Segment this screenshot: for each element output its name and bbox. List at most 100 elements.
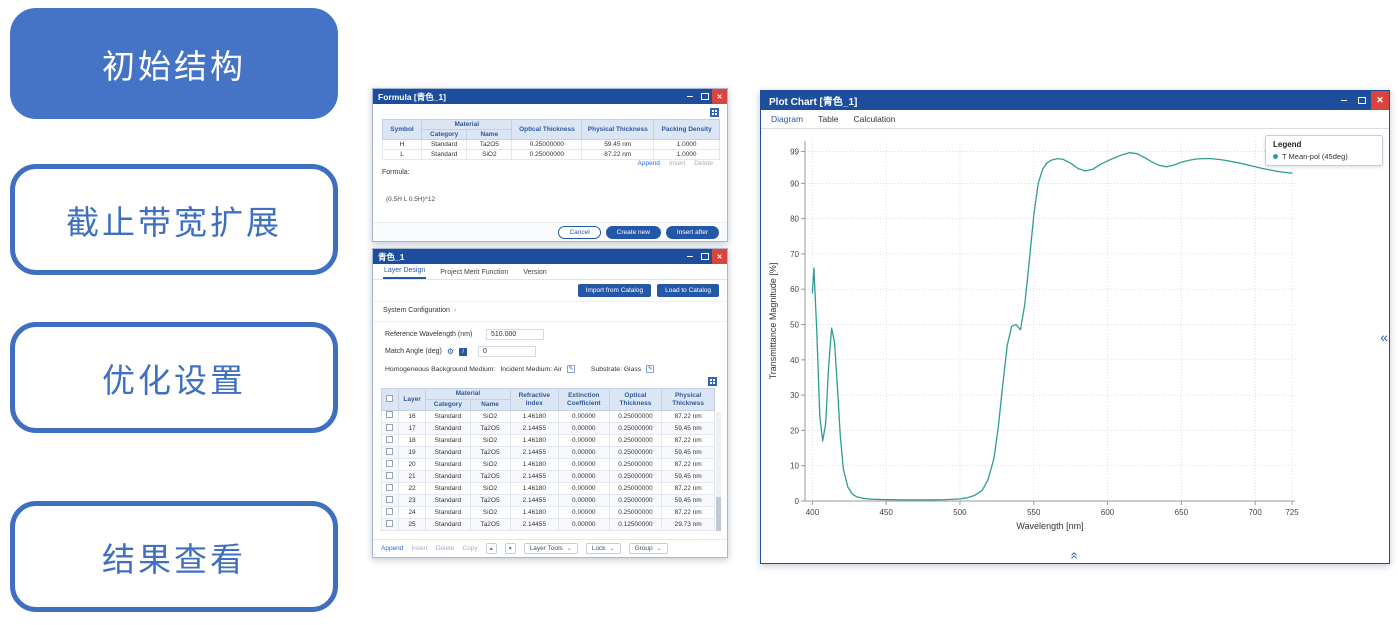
import-from-catalog-button[interactable]: Import from Catalog	[578, 284, 651, 297]
tab-project-merit-function[interactable]: Project Merit Function	[439, 269, 509, 279]
row-checkbox[interactable]	[386, 411, 393, 418]
close-icon[interactable]	[712, 89, 727, 104]
step-results-view[interactable]: 结果查看	[10, 501, 338, 612]
maximize-icon[interactable]	[1353, 91, 1371, 110]
minimize-icon[interactable]	[682, 249, 697, 264]
edit-icon[interactable]	[646, 365, 654, 373]
load-to-catalog-button[interactable]: Load to Catalog	[657, 284, 719, 297]
delete-button[interactable]: Delete	[436, 545, 455, 552]
table-grid-icon[interactable]	[710, 108, 719, 117]
tab-version[interactable]: Version	[522, 269, 547, 279]
gear-icon[interactable]	[447, 347, 454, 356]
copy-button[interactable]: Copy	[462, 545, 477, 552]
table-grid-icon[interactable]	[708, 377, 717, 386]
row-checkbox[interactable]	[386, 508, 393, 515]
series-line	[812, 153, 1292, 500]
formula-input[interactable]: (0.5H L 0.5H)^12	[386, 196, 435, 203]
table-row[interactable]: L Standard SiO2 0.25000000 87.22 nm 1.00…	[383, 150, 720, 160]
step-initial-structure[interactable]: 初始结构	[10, 8, 338, 119]
scrollbar-thumb[interactable]	[716, 497, 721, 531]
table-row[interactable]: 22 Standard SiO2 1.46180 0.00000 0.25000…	[382, 483, 715, 495]
minimize-icon[interactable]	[1335, 91, 1353, 110]
append-button[interactable]: Append	[381, 545, 403, 552]
insert-after-button[interactable]: Insert after	[666, 226, 719, 239]
table-row[interactable]: 20 Standard SiO2 1.46180 0.00000 0.25000…	[382, 459, 715, 471]
collapse-bottom-icon[interactable]	[1068, 552, 1083, 559]
tab-diagram[interactable]: Diagram	[771, 114, 803, 124]
table-row[interactable]: 19 Standard Ta2O5 2.14455 0.00000 0.2500…	[382, 447, 715, 459]
create-new-button[interactable]: Create new	[606, 226, 661, 239]
svg-text:500: 500	[953, 508, 967, 517]
formula-label: Formula:	[382, 169, 410, 176]
info-icon[interactable]	[459, 348, 467, 356]
insert-button[interactable]: Insert	[669, 160, 685, 167]
move-up-icon[interactable]: ▲	[486, 543, 497, 554]
move-down-icon[interactable]: ▼	[505, 543, 516, 554]
delete-button[interactable]: Delete	[694, 160, 713, 167]
step-label: 结果查看	[102, 533, 246, 581]
tab-calculation[interactable]: Calculation	[853, 114, 895, 124]
tab-table[interactable]: Table	[818, 114, 838, 124]
group-dropdown[interactable]: Group	[629, 543, 668, 554]
append-button[interactable]: Append	[638, 160, 660, 167]
col-extinction-coefficient: Extinction Coefficient	[559, 389, 610, 411]
table-row-partial[interactable]: 16 Standard SiO2 1.46180 0.00000 0.25000…	[382, 411, 715, 423]
svg-text:0: 0	[795, 497, 800, 506]
row-checkbox[interactable]	[386, 424, 393, 431]
collapse-panel-icon[interactable]	[1380, 329, 1388, 345]
col-symbol: Symbol	[383, 120, 422, 140]
row-checkbox[interactable]	[386, 484, 393, 491]
svg-text:99: 99	[790, 148, 799, 157]
svg-text:Wavelength [nm]: Wavelength [nm]	[1016, 521, 1083, 531]
tab-layer-design[interactable]: Layer Design	[383, 267, 426, 279]
row-checkbox[interactable]	[386, 448, 393, 455]
col-name: Name	[467, 130, 512, 140]
svg-text:30: 30	[790, 391, 799, 400]
design-titlebar: 青色_1	[373, 249, 727, 264]
col-optical: Optical Thickness	[512, 120, 582, 140]
table-row[interactable]: 24 Standard SiO2 1.46180 0.00000 0.25000…	[382, 507, 715, 519]
svg-text:60: 60	[790, 285, 799, 294]
svg-text:10: 10	[790, 462, 799, 471]
table-row[interactable]: H Standard Ta2O5 0.25000000 59.45 nm 1.0…	[383, 140, 720, 150]
edit-icon[interactable]	[567, 365, 575, 373]
table-row[interactable]: 18 Standard SiO2 1.46180 0.00000 0.25000…	[382, 435, 715, 447]
table-row[interactable]: 17 Standard Ta2O5 2.14455 0.00000 0.2500…	[382, 423, 715, 435]
col-category: Category	[422, 130, 467, 140]
svg-text:450: 450	[879, 508, 893, 517]
svg-text:725: 725	[1285, 508, 1299, 517]
system-configuration-section[interactable]: System Configuration ›	[383, 307, 456, 314]
layer-tools-dropdown[interactable]: Layer Tools	[524, 543, 578, 554]
step-optimization-settings[interactable]: 优化设置	[10, 322, 338, 433]
svg-text:600: 600	[1101, 508, 1115, 517]
app-canvas: 初始结构 截止带宽扩展 优化设置 结果查看 Formula [青色_1] Sym…	[0, 0, 1398, 625]
row-checkbox[interactable]	[386, 472, 393, 479]
step-cutoff-bandwidth[interactable]: 截止带宽扩展	[10, 164, 338, 275]
svg-text:400: 400	[806, 508, 820, 517]
match-angle-input[interactable]: 0	[478, 346, 536, 357]
table-scrollbar[interactable]	[716, 412, 721, 531]
table-row[interactable]: 25 Standard Ta2O5 2.14455 0.00000 0.1250…	[382, 519, 715, 531]
row-checkbox[interactable]	[386, 460, 393, 467]
svg-text:70: 70	[790, 250, 799, 259]
svg-text:80: 80	[790, 215, 799, 224]
insert-button[interactable]: Insert	[411, 545, 427, 552]
reference-wavelength-input[interactable]: 510.000	[486, 329, 544, 340]
maximize-icon[interactable]	[697, 249, 712, 264]
table-row[interactable]: 21 Standard Ta2O5 2.14455 0.00000 0.2500…	[382, 471, 715, 483]
row-checkbox[interactable]	[386, 496, 393, 503]
design-table-body: 16 Standard SiO2 1.46180 0.00000 0.25000…	[382, 411, 715, 531]
select-all-checkbox[interactable]	[386, 395, 393, 402]
table-row[interactable]: 23 Standard Ta2O5 2.14455 0.00000 0.2500…	[382, 495, 715, 507]
cancel-button[interactable]: Cancel	[558, 226, 600, 239]
row-checkbox[interactable]	[386, 436, 393, 443]
close-icon[interactable]	[712, 249, 727, 264]
minimize-icon[interactable]	[682, 89, 697, 104]
col-packing: Packing Density	[654, 120, 720, 140]
col-optical-thickness: Optical Thickness	[609, 389, 662, 411]
close-icon[interactable]	[1371, 91, 1389, 110]
chevron-right-icon[interactable]: ›	[454, 307, 456, 314]
lock-dropdown[interactable]: Lock	[586, 543, 621, 554]
row-checkbox[interactable]	[386, 520, 393, 527]
maximize-icon[interactable]	[697, 89, 712, 104]
